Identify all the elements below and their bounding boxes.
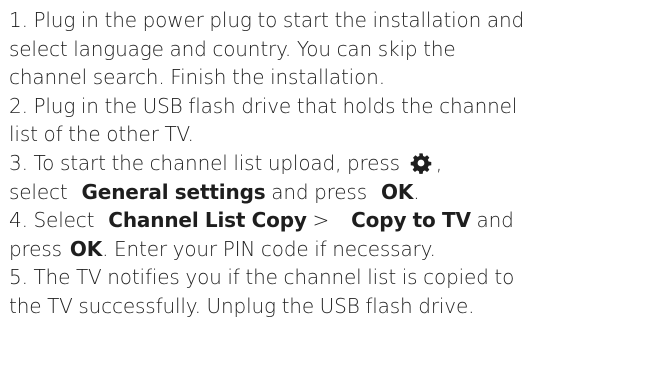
- step-4-pin-text: . Enter your PIN code if necessary.: [102, 236, 436, 261]
- general-settings-label: General settings: [81, 179, 266, 204]
- step-3-line-2: select General settings and press OK.: [9, 178, 663, 207]
- gear-icon: [410, 152, 432, 174]
- channel-list-copy-label: Channel List Copy: [108, 208, 307, 233]
- step-3-line-1: 3. To start the channel list upload, pre…: [9, 149, 663, 178]
- step-3-period: .: [413, 179, 420, 204]
- step-3-text: 3. To start the channel list upload, pre…: [9, 150, 400, 175]
- step-1-line-3: channel search. Finish the installation.: [9, 65, 385, 90]
- step-5-line-2: the TV successfully. Unplug the USB flas…: [9, 293, 475, 318]
- ok-label: OK: [69, 236, 103, 261]
- step-1-line-1: 1. Plug in the power plug to start the i…: [9, 8, 525, 32]
- step-4-line-1: 4. Select Channel List Copy > Copy to TV a…: [9, 206, 663, 235]
- step-3-press-text: and press: [271, 179, 367, 204]
- step-2-line-2: list of the other TV.: [9, 122, 194, 147]
- step-1-line-2: select language and country. You can ski…: [9, 36, 456, 61]
- instructions-document: 1. Plug in the power plug to start the i…: [9, 6, 663, 321]
- step-3-comma: ,: [435, 150, 443, 175]
- step-2-line-1: 2. Plug in the USB flash drive that hold…: [9, 93, 518, 118]
- copy-to-tv-label: Copy to TV: [351, 208, 471, 233]
- step-3-select-text: select: [9, 179, 68, 204]
- step-4-line-2: press OK. Enter your PIN code if necessar…: [9, 235, 663, 264]
- step-4-and-text: and: [476, 208, 514, 233]
- menu-separator: >: [312, 208, 330, 233]
- ok-label: OK: [380, 179, 414, 204]
- step-4-press-text: press: [9, 236, 62, 261]
- step-5-line-1: 5. The TV notifies you if the channel li…: [9, 265, 515, 290]
- step-4-select-text: 4. Select: [9, 208, 95, 233]
